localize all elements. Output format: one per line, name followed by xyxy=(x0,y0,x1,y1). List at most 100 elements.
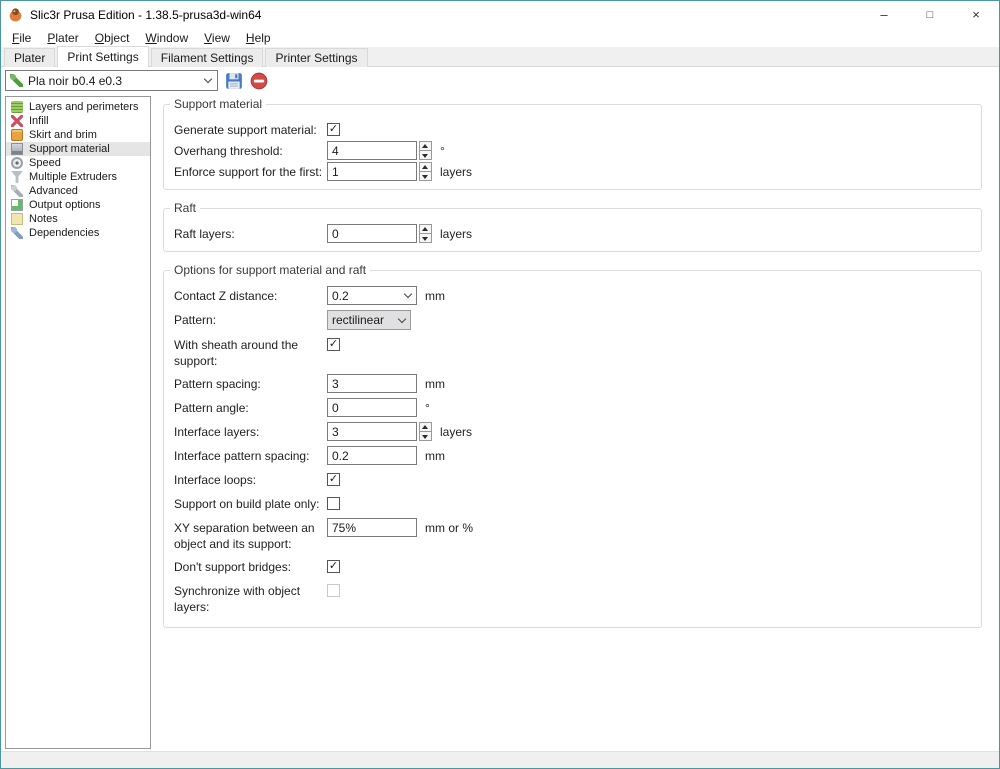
xy-separation-between-an-object-and-its-support-input[interactable] xyxy=(327,518,417,538)
support-on-build-plate-only-checkbox[interactable] xyxy=(327,497,340,511)
sidebar-item-multiple-extruders[interactable]: Multiple Extruders xyxy=(6,170,150,184)
sidebar-item-infill[interactable]: Infill xyxy=(6,114,150,128)
tab-plater[interactable]: Plater xyxy=(4,48,56,67)
menu-file[interactable]: File xyxy=(4,30,39,46)
generate-support-material-checkbox[interactable] xyxy=(327,123,340,136)
tab-filament-settings[interactable]: Filament Settings xyxy=(150,48,264,67)
label-interface-pattern-spacing: Interface pattern spacing: xyxy=(174,449,310,464)
sidebar-item-advanced[interactable]: Advanced xyxy=(6,184,150,198)
content-area: Layers and perimeters Infill Skirt and bri… xyxy=(1,94,999,751)
skirt-icon xyxy=(11,129,23,141)
interface-pattern-spacing-input[interactable] xyxy=(327,446,417,466)
interface-pattern-spacing-unit: mm xyxy=(425,449,445,464)
sidebar-item-skirt-and-brim[interactable]: Skirt and brim xyxy=(6,128,150,142)
sidebar-item-speed[interactable]: Speed xyxy=(6,156,150,170)
row-interface-loops: Interface loops: xyxy=(174,470,971,489)
raft-layers-spin-down-icon[interactable] xyxy=(419,233,432,243)
interface-layers-spin-up-icon[interactable] xyxy=(419,422,432,432)
label-xy-separation-between-an-object-and-its-support: XY separation between an object and its … xyxy=(174,521,315,551)
layers-icon xyxy=(11,101,23,113)
menu-help[interactable]: Help xyxy=(238,30,279,46)
interface-layers-spin-down-icon[interactable] xyxy=(419,431,432,442)
row-generate-support-material: Generate support material: xyxy=(174,120,971,139)
sidebar-item-label: Notes xyxy=(29,213,58,225)
preset-toolbar: Pla noir b0.4 e0.3 xyxy=(1,67,999,94)
save-preset-button[interactable] xyxy=(225,72,243,90)
enforce-support-for-the-first-input[interactable] xyxy=(327,162,417,181)
close-button[interactable]: × xyxy=(953,1,999,28)
sidebar-item-label: Support material xyxy=(29,143,110,155)
sidebar-item-output-options[interactable]: Output options xyxy=(6,198,150,212)
support-icon xyxy=(11,143,23,155)
raft-layers-input[interactable] xyxy=(327,224,417,243)
app-window: Slic3r Prusa Edition - 1.38.5-prusa3d-wi… xyxy=(0,0,1000,769)
menu-view[interactable]: View xyxy=(196,30,238,46)
tab-print-settings[interactable]: Print Settings xyxy=(57,46,149,67)
notes-icon xyxy=(11,213,23,225)
label-pattern-angle: Pattern angle: xyxy=(174,401,249,416)
menu-bar: File Plater Object Window View Help xyxy=(1,28,999,47)
menu-plater[interactable]: Plater xyxy=(39,30,86,46)
sidebar-item-support-material[interactable]: Support material xyxy=(6,142,150,156)
overhang-threshold-spin-up-icon[interactable] xyxy=(419,141,432,150)
don-t-support-bridges-checkbox[interactable] xyxy=(327,560,340,574)
contact-z-distance-combo-value: 0.2 xyxy=(332,288,349,303)
minimize-button[interactable]: – xyxy=(861,1,907,28)
overhang-threshold-unit: ° xyxy=(440,144,445,158)
preset-select[interactable]: Pla noir b0.4 e0.3 xyxy=(5,70,218,91)
enforce-support-for-the-first-spinner xyxy=(419,162,432,181)
row-overhang-threshold: Overhang threshold: ° xyxy=(174,141,971,160)
section-title: Support material xyxy=(170,97,267,111)
synchronize-with-object-layers-checkbox xyxy=(327,584,340,598)
row-enforce-support-for-the-first: Enforce support for the first: layers xyxy=(174,162,971,181)
overhang-threshold-input[interactable] xyxy=(327,141,417,160)
row-pattern: Pattern: rectilinear xyxy=(174,310,971,330)
sidebar-item-label: Speed xyxy=(29,157,61,169)
menu-object[interactable]: Object xyxy=(87,30,138,46)
settings-tree: Layers and perimeters Infill Skirt and bri… xyxy=(5,96,151,749)
pattern-angle-input[interactable] xyxy=(327,398,417,418)
preset-value: Pla noir b0.4 e0.3 xyxy=(28,73,123,88)
row-pattern-spacing: Pattern spacing: mm xyxy=(174,374,971,394)
tab-bar: Plater Print Settings Filament Settings Pri… xyxy=(1,46,999,67)
pattern-spacing-unit: mm xyxy=(425,377,445,392)
menu-window[interactable]: Window xyxy=(137,30,196,46)
contact-z-distance-combo[interactable]: 0.2 xyxy=(327,286,417,305)
with-sheath-around-the-support-checkbox[interactable] xyxy=(327,338,340,351)
raft-layers-spinner xyxy=(419,224,432,243)
pattern-spacing-input[interactable] xyxy=(327,374,417,394)
pattern-combo-value: rectilinear xyxy=(332,313,385,327)
section-options-for-support-material-and-raft: Options for support material and raft Con… xyxy=(163,263,982,628)
app-icon xyxy=(9,8,22,22)
overhang-threshold-spin-down-icon[interactable] xyxy=(419,150,432,160)
interface-layers-spinner xyxy=(419,422,432,442)
save-preset-icon xyxy=(226,72,242,89)
speed-icon xyxy=(11,157,23,169)
enforce-support-for-the-first-spin-up-icon[interactable] xyxy=(419,162,432,171)
section-raft: Raft Raft layers: layers xyxy=(163,201,982,252)
row-don-t-support-bridges: Don't support bridges: xyxy=(174,557,971,576)
label-enforce-support-for-the-first: Enforce support for the first: xyxy=(174,165,323,179)
enforce-support-for-the-first-spin-down-icon[interactable] xyxy=(419,171,432,181)
sidebar-item-layers-and-perimeters[interactable]: Layers and perimeters xyxy=(6,100,150,114)
infill-icon xyxy=(11,115,23,127)
enforce-support-for-the-first-unit: layers xyxy=(440,165,473,179)
raft-layers-spin-up-icon[interactable] xyxy=(419,224,432,233)
maximize-button[interactable]: □ xyxy=(907,1,953,28)
sidebar-item-dependencies[interactable]: Dependencies xyxy=(6,226,150,240)
pattern-combo[interactable]: rectilinear xyxy=(327,310,411,330)
interface-layers-input[interactable] xyxy=(327,422,417,442)
label-pattern-spacing: Pattern spacing: xyxy=(174,377,261,392)
label-with-sheath-around-the-support: With sheath around the support: xyxy=(174,338,299,368)
row-pattern-angle: Pattern angle: ° xyxy=(174,398,971,418)
interface-loops-checkbox[interactable] xyxy=(327,473,340,487)
status-bar xyxy=(1,751,999,768)
row-with-sheath-around-the-support: With sheath around the support: xyxy=(174,335,971,369)
tab-printer-settings[interactable]: Printer Settings xyxy=(265,48,368,67)
xy-separation-between-an-object-and-its-support-unit: mm or % xyxy=(425,521,473,536)
delete-preset-button[interactable] xyxy=(250,72,268,90)
label-overhang-threshold: Overhang threshold: xyxy=(174,144,283,158)
row-raft-layers: Raft layers: layers xyxy=(174,224,971,243)
sidebar-item-notes[interactable]: Notes xyxy=(6,212,150,226)
label-synchronize-with-object-layers: Synchronize with object layers: xyxy=(174,584,301,614)
